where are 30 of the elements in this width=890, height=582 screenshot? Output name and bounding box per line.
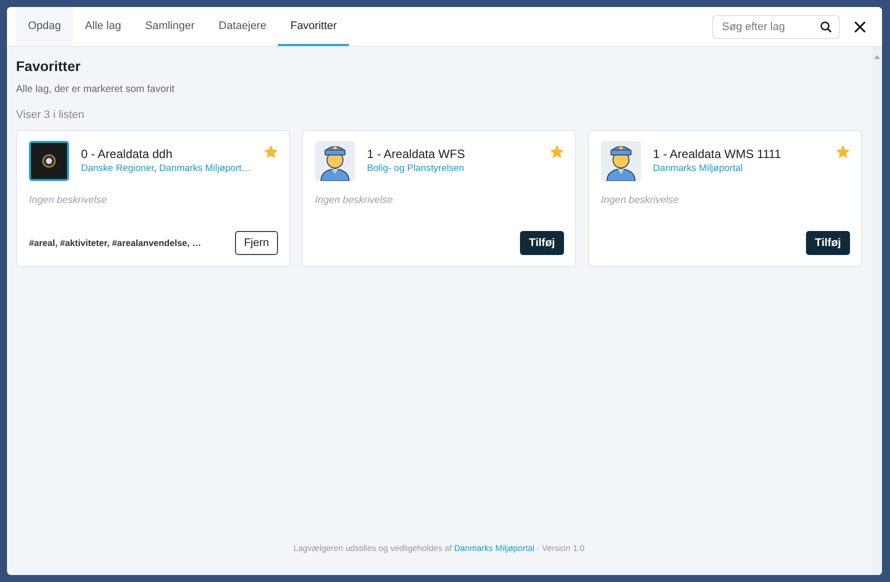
search-field[interactable]: Søg efter lag	[712, 14, 840, 38]
remove-button[interactable]: Fjern	[234, 231, 278, 255]
page-heading: Favoritter	[16, 58, 82, 74]
layer-title: 1 - Arealdata WMS 1111	[653, 147, 782, 161]
tag-list: #areal, #aktiviteter, #arealanvendelse, …	[29, 238, 202, 248]
tab[interactable]: Dataejere	[206, 7, 278, 46]
logo-thumbnail	[29, 141, 69, 181]
add-button[interactable]: Tilføj	[806, 231, 850, 255]
police-officer-avatar	[601, 141, 641, 181]
add-button[interactable]: Tilføj	[520, 231, 564, 255]
subtitle-text: Alle lag, der er markeret som favorit	[16, 84, 176, 95]
star-icon[interactable]	[264, 145, 278, 159]
scroll-up-icon[interactable]	[874, 55, 880, 59]
tab[interactable]: Samlinger	[133, 7, 207, 46]
tab[interactable]: Alle lag	[73, 7, 134, 46]
tab[interactable]: Opdag	[16, 7, 74, 46]
star-icon[interactable]	[836, 145, 850, 159]
search-icon[interactable]	[820, 20, 832, 32]
description-text: Ingen beskrivelse	[601, 195, 680, 206]
description-text: Ingen beskrivelse	[315, 195, 394, 206]
tab[interactable]: Favoritter	[278, 7, 349, 46]
police-officer-avatar	[315, 141, 355, 181]
description-text: Ingen beskrivelse	[29, 195, 108, 206]
layer-title: 0 - Arealdata ddh	[81, 147, 174, 161]
star-icon[interactable]	[550, 145, 564, 159]
separator: ,	[154, 163, 157, 174]
footer-text: Lagvælgeren udstilles og vedligeholdes af Danmarks Miljøportal · Version 1.0	[292, 543, 586, 555]
layer-title: 1 - Arealdata WFS	[367, 147, 466, 161]
result-count: Viser 3 i listen	[16, 109, 86, 121]
close-icon[interactable]	[854, 20, 866, 32]
